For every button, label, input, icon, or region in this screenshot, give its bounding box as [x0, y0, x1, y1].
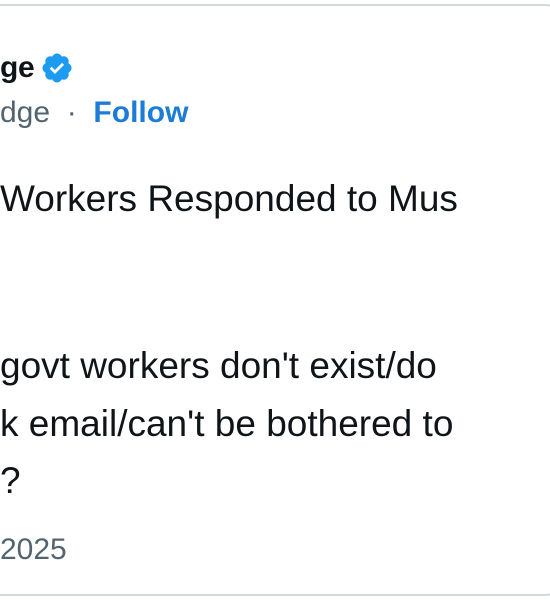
verified-badge-icon — [42, 53, 72, 83]
post-headline: Workers Responded to Mus — [0, 178, 458, 219]
post-body-line: k email/can't be bothered to — [0, 403, 454, 444]
post-body-line: govt workers don't exist/do — [0, 345, 437, 386]
post-body-line: ? — [0, 460, 21, 501]
post-card — [0, 4, 550, 596]
separator-dot: · — [58, 96, 86, 129]
follow-button[interactable]: Follow — [93, 96, 188, 129]
handle-row: dge · Follow — [0, 96, 188, 130]
post-date[interactable]: 2025 — [0, 533, 67, 567]
author-row: ge — [0, 48, 74, 88]
author-handle[interactable]: dge — [0, 96, 50, 129]
author-name[interactable]: ge — [0, 51, 35, 85]
